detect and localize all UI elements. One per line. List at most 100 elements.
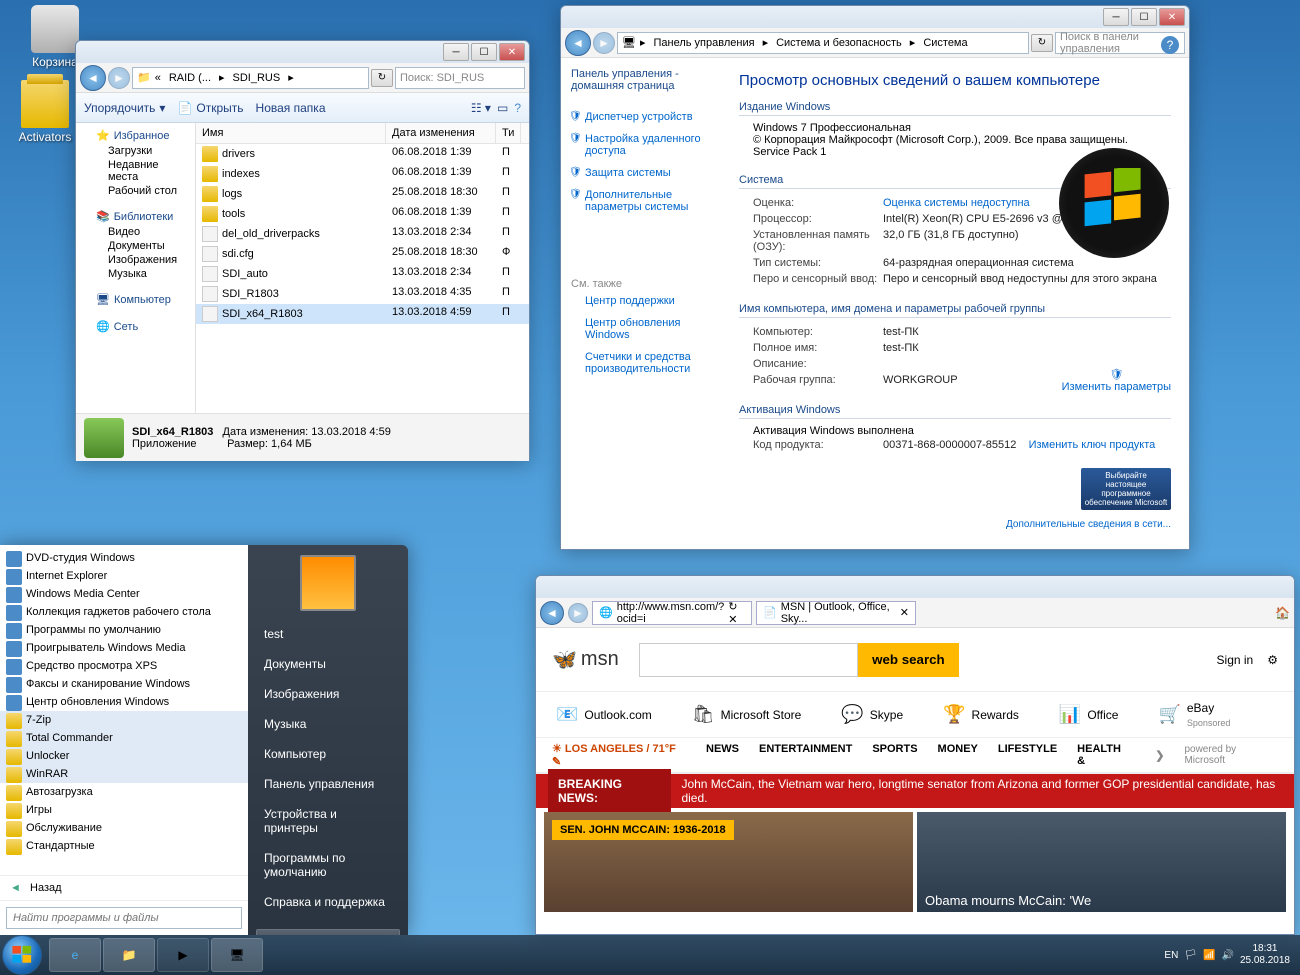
nav-back-button[interactable]: ◄ — [565, 30, 591, 56]
msn-nav-item[interactable]: SPORTS — [872, 743, 917, 767]
msn-link[interactable]: 💬Skype — [841, 704, 903, 725]
nav-item[interactable]: Рабочий стол — [80, 184, 191, 198]
search-input[interactable]: Поиск: SDI_RUS — [395, 67, 525, 89]
breadcrumb-seg[interactable]: RAID (... — [165, 72, 215, 84]
windows-update-link[interactable]: Центр обновления Windows — [571, 312, 711, 346]
tray-flag-icon[interactable]: 🏳 — [1184, 950, 1197, 961]
ie-titlebar[interactable]: ─ — [536, 576, 1294, 598]
nav-computer[interactable]: 🖥 Компьютер — [80, 291, 191, 308]
sysprop-titlebar[interactable]: ─ ☐ ✕ — [561, 6, 1189, 28]
start-search-input[interactable] — [6, 907, 242, 929]
home-icon[interactable]: 🏠 — [1275, 606, 1290, 620]
msn-nav-item[interactable]: NEWS — [706, 743, 739, 767]
start-program-item[interactable]: Проигрыватель Windows Media — [0, 639, 248, 657]
start-program-item[interactable]: Коллекция гаджетов рабочего стола — [0, 603, 248, 621]
open-button[interactable]: 📄 Открыть — [177, 101, 243, 115]
col-name[interactable]: Имя — [196, 123, 386, 143]
nav-libraries[interactable]: 📚 Библиотеки — [80, 208, 191, 225]
close-button[interactable]: ✕ — [1159, 8, 1185, 26]
msn-link[interactable]: 🛍Microsoft Store — [692, 704, 802, 725]
file-row[interactable]: del_old_driverpacks13.03.2018 2:34П — [196, 224, 529, 244]
msn-nav-item[interactable]: ENTERTAINMENT — [759, 743, 852, 767]
remote-settings-link[interactable]: Настройка удаленного доступа — [571, 128, 711, 162]
address-bar[interactable]: 📁 « RAID (... ▸ SDI_RUS ▸ — [132, 67, 369, 89]
close-button[interactable]: ✕ — [499, 43, 525, 61]
nav-back-button[interactable]: ◄ — [540, 601, 564, 625]
start-right-item[interactable]: Устройства и принтеры — [248, 799, 408, 843]
url-bar[interactable]: 🌐 http://www.msn.com/?ocid=i ↻ ✕ — [592, 601, 752, 625]
breaking-news-bar[interactable]: BREAKING NEWS: John McCain, the Vietnam … — [536, 774, 1294, 808]
start-right-item[interactable]: Панель управления — [248, 769, 408, 799]
nav-forward-button[interactable]: ► — [108, 67, 130, 89]
col-type[interactable]: Ти — [496, 123, 521, 143]
start-program-item[interactable]: DVD-студия Windows — [0, 549, 248, 567]
desktop-icon-activators[interactable]: Activators — [15, 80, 75, 144]
nav-item[interactable]: Музыка — [80, 267, 191, 281]
nav-item[interactable]: Недавние места — [80, 158, 191, 184]
col-modified[interactable]: Дата изменения — [386, 123, 496, 143]
change-key-link[interactable]: Изменить ключ продукта — [1029, 439, 1156, 451]
nav-item[interactable]: Документы — [80, 239, 191, 253]
preview-button[interactable]: ▭ — [497, 101, 508, 115]
nav-forward-button[interactable]: ► — [568, 603, 588, 623]
breadcrumb-seg[interactable]: Панель управления — [650, 37, 759, 49]
user-avatar[interactable] — [300, 555, 356, 611]
start-button[interactable] — [2, 935, 42, 975]
weather-widget[interactable]: ☀ LOS ANGELES / 71°F ✎ — [552, 742, 686, 768]
file-row[interactable]: logs25.08.2018 18:30П — [196, 184, 529, 204]
nav-favorites[interactable]: ⭐ Избранное — [80, 127, 191, 144]
start-program-item[interactable]: Программы по умолчанию — [0, 621, 248, 639]
system-protection-link[interactable]: Защита системы — [571, 162, 711, 184]
file-row[interactable]: SDI_auto13.03.2018 2:34П — [196, 264, 529, 284]
taskbar-wmp[interactable]: ▶ — [157, 938, 209, 972]
start-right-item[interactable]: Компьютер — [248, 739, 408, 769]
start-program-item[interactable]: Центр обновления Windows — [0, 693, 248, 711]
start-program-item[interactable]: Unlocker — [0, 747, 248, 765]
nav-item[interactable]: Видео — [80, 225, 191, 239]
start-program-item[interactable]: 7-Zip — [0, 711, 248, 729]
start-program-item[interactable]: Windows Media Center — [0, 585, 248, 603]
browser-tab[interactable]: 📄 MSN | Outlook, Office, Sky... ✕ — [756, 601, 916, 625]
advanced-settings-link[interactable]: Дополнительные параметры системы — [571, 184, 711, 218]
maximize-button[interactable]: ☐ — [1131, 8, 1157, 26]
start-program-item[interactable]: Internet Explorer — [0, 567, 248, 585]
minimize-button[interactable]: ─ — [443, 43, 469, 61]
nav-back-button[interactable]: ◄ — [80, 65, 106, 91]
user-name[interactable]: test — [248, 619, 408, 649]
device-manager-link[interactable]: Диспетчер устройств — [571, 106, 711, 128]
signin-link[interactable]: Sign in — [1217, 653, 1254, 667]
msn-search-input[interactable] — [639, 643, 858, 677]
address-bar[interactable]: 🖥 ▸ Панель управления ▸ Система и безопа… — [617, 32, 1029, 54]
file-row[interactable]: tools06.08.2018 1:39П — [196, 204, 529, 224]
msn-nav-item[interactable]: MONEY — [938, 743, 978, 767]
nav-network[interactable]: 🌐 Сеть — [80, 318, 191, 335]
minimize-button[interactable]: ─ — [1103, 8, 1129, 26]
new-folder-button[interactable]: Новая папка — [256, 101, 326, 115]
msn-link[interactable]: 🏆Rewards — [943, 704, 1019, 725]
perfmon-link[interactable]: Счетчики и средства производительности — [571, 346, 711, 380]
msn-nav-item[interactable]: HEALTH & — [1077, 743, 1125, 767]
view-button[interactable]: ☷ ▾ — [471, 101, 491, 115]
taskbar-ie[interactable]: e — [49, 938, 101, 972]
more-online-link[interactable]: Дополнительные сведения в сети... — [1006, 519, 1171, 530]
nav-item[interactable]: Изображения — [80, 253, 191, 267]
explorer-titlebar[interactable]: ─ ☐ ✕ — [76, 41, 529, 63]
msn-link[interactable]: 📊Office — [1059, 704, 1119, 725]
breadcrumb-seg[interactable]: Система — [919, 37, 971, 49]
start-program-item[interactable]: Автозагрузка — [0, 783, 248, 801]
file-row[interactable]: indexes06.08.2018 1:39П — [196, 164, 529, 184]
start-program-item[interactable]: WinRAR — [0, 765, 248, 783]
news-story[interactable]: SEN. JOHN MCCAIN: 1936-2018 — [544, 812, 913, 912]
file-row[interactable]: SDI_R180313.03.2018 4:35П — [196, 284, 529, 304]
start-right-item[interactable]: Музыка — [248, 709, 408, 739]
file-row[interactable]: sdi.cfg25.08.2018 18:30Ф — [196, 244, 529, 264]
genuine-badge[interactable]: Выбирайте настоящее программное обеспече… — [1081, 468, 1171, 510]
msn-logo[interactable]: 🦋 msn — [552, 647, 619, 672]
tray-network-icon[interactable]: 📶 — [1203, 950, 1215, 961]
tray-sound-icon[interactable]: 🔊 — [1221, 950, 1233, 961]
tray-lang[interactable]: EN — [1164, 950, 1178, 961]
nav-item[interactable]: Загрузки — [80, 144, 191, 158]
file-row[interactable]: SDI_x64_R180313.03.2018 4:59П — [196, 304, 529, 324]
msn-link[interactable]: 🛒eBaySponsored — [1158, 701, 1230, 729]
refresh-button[interactable]: ↻ — [371, 69, 393, 87]
